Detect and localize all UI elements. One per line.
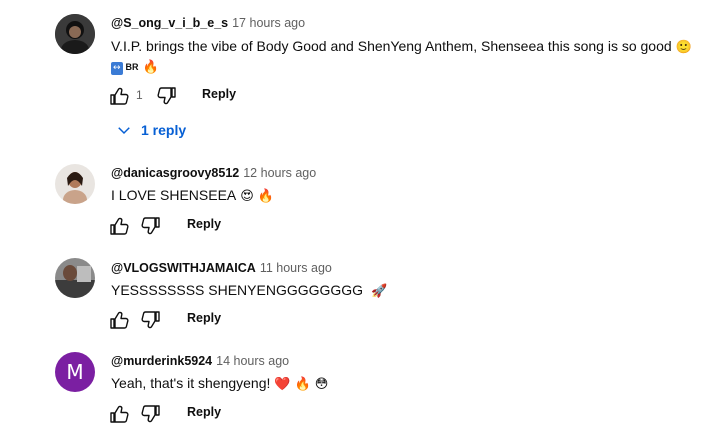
comment-actions: Reply bbox=[107, 402, 367, 426]
heart-eyes-emoji-icon: 😍 bbox=[240, 189, 254, 204]
comment-text: V.I.P. brings the vibe of Body Good and … bbox=[111, 36, 692, 58]
comment-header: @danicasgroovy8512 12 hours ago bbox=[111, 165, 316, 181]
reply-button[interactable]: Reply bbox=[187, 217, 221, 231]
comment-header: @VLOGSWITHJAMAICA 11 hours ago bbox=[111, 260, 332, 276]
thumbs-up-icon bbox=[110, 311, 129, 329]
comment-text: I LOVE SHENSEEA 😍 🔥 bbox=[111, 185, 274, 207]
thumbs-down-icon bbox=[157, 87, 176, 105]
thumbs-up-icon bbox=[110, 87, 129, 105]
dislike-button[interactable] bbox=[139, 308, 163, 332]
profile-photo-icon bbox=[55, 258, 95, 298]
comment-text: YESSSSSSSS SHENYENGGGGGGGG 🚀 bbox=[111, 280, 387, 302]
fire-emoji-icon: 🔥 bbox=[142, 60, 159, 75]
replies-count-label: 1 reply bbox=[141, 122, 187, 138]
avatar[interactable] bbox=[55, 258, 95, 298]
comment-body: Yeah, that's it shengyeng! bbox=[111, 375, 271, 391]
comment-body: I LOVE SHENSEEA bbox=[111, 187, 237, 203]
flushed-emoji-icon: 😳 bbox=[314, 377, 329, 392]
reply-button[interactable]: Reply bbox=[187, 405, 221, 419]
avatar[interactable] bbox=[55, 14, 95, 54]
reply-button[interactable]: Reply bbox=[202, 87, 236, 101]
smile-emoji-icon: 🙂 bbox=[675, 40, 692, 55]
comment-actions: Reply bbox=[107, 308, 367, 332]
like-button[interactable] bbox=[107, 308, 131, 332]
swap-arrows-icon: ↔ bbox=[111, 62, 123, 75]
comment-header: @murderink5924 14 hours ago bbox=[111, 353, 289, 369]
timestamp[interactable]: 17 hours ago bbox=[232, 16, 305, 30]
br-label: BR bbox=[125, 62, 139, 72]
like-count: 1 bbox=[136, 88, 143, 102]
author-handle[interactable]: @VLOGSWITHJAMAICA bbox=[111, 261, 256, 275]
comment-text: Yeah, that's it shengyeng! ❤️ 🔥 😳 bbox=[111, 373, 328, 395]
avatar[interactable]: M bbox=[55, 352, 95, 392]
reply-button[interactable]: Reply bbox=[187, 311, 221, 325]
thumbs-up-icon bbox=[110, 405, 129, 423]
comment-actions: Reply bbox=[107, 214, 367, 238]
timestamp[interactable]: 11 hours ago bbox=[260, 261, 332, 275]
timestamp[interactable]: 12 hours ago bbox=[243, 166, 316, 180]
comment-actions: 1 Reply bbox=[107, 84, 367, 108]
thumbs-down-icon bbox=[141, 405, 160, 423]
profile-photo-icon bbox=[55, 164, 95, 204]
chevron-down-icon bbox=[118, 127, 130, 135]
author-handle[interactable]: @S_ong_v_i_b_e_s bbox=[111, 16, 228, 30]
thumbs-down-icon bbox=[141, 217, 160, 235]
comment-text-line2: ↔ BR 🔥 bbox=[111, 56, 159, 78]
comment-header: @S_ong_v_i_b_e_s 17 hours ago bbox=[111, 15, 305, 31]
avatar[interactable] bbox=[55, 164, 95, 204]
dislike-button[interactable] bbox=[139, 214, 163, 238]
thumbs-down-icon bbox=[141, 311, 160, 329]
like-button[interactable] bbox=[107, 402, 131, 426]
comment-body: V.I.P. brings the vibe of Body Good and … bbox=[111, 38, 672, 54]
author-handle[interactable]: @danicasgroovy8512 bbox=[111, 166, 239, 180]
dislike-button[interactable] bbox=[155, 84, 179, 108]
fire-emoji-icon: 🔥 bbox=[257, 189, 275, 204]
fire-emoji-icon: 🔥 bbox=[294, 377, 311, 392]
heart-emoji-icon: ❤️ bbox=[274, 377, 291, 392]
like-button[interactable] bbox=[107, 84, 131, 108]
comment-body: YESSSSSSSS SHENYENGGGGGGGG bbox=[111, 282, 364, 298]
dislike-button[interactable] bbox=[139, 402, 163, 426]
thumbs-up-icon bbox=[110, 217, 129, 235]
timestamp[interactable]: 14 hours ago bbox=[216, 354, 289, 368]
rocket-emoji-icon: 🚀 bbox=[371, 284, 388, 299]
author-handle[interactable]: @murderink5924 bbox=[111, 354, 212, 368]
profile-photo-icon bbox=[55, 14, 95, 54]
like-button[interactable] bbox=[107, 214, 131, 238]
